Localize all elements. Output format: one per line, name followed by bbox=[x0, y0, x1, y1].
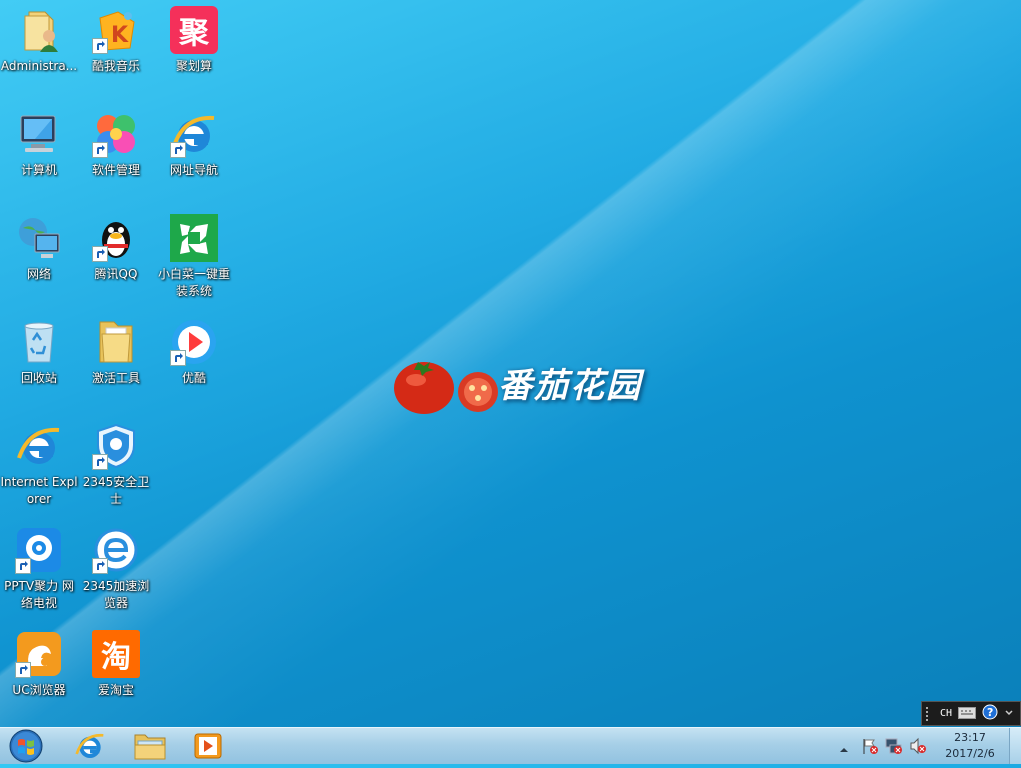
taskbar-file-explorer[interactable] bbox=[124, 730, 176, 762]
start-button[interactable] bbox=[4, 728, 48, 764]
desktop-icon-tencent-qq[interactable]: 腾讯QQ bbox=[77, 214, 155, 283]
taskbar-clock[interactable]: 23:17 2017/2/6 bbox=[932, 730, 1008, 762]
taskbar: 23:17 2017/2/6 bbox=[0, 727, 1021, 764]
xiaobaicai-icon bbox=[170, 214, 218, 262]
desktop-icon-ai-taobao[interactable]: 淘 爱淘宝 bbox=[77, 630, 155, 699]
kuwo-music-icon: K bbox=[92, 6, 140, 54]
shortcut-arrow-icon bbox=[92, 142, 108, 158]
desktop-icon-label: 网络 bbox=[26, 267, 51, 281]
desktop-icon-kuwo-music[interactable]: K 酷我音乐 bbox=[77, 6, 155, 75]
internet-explorer-icon bbox=[170, 110, 218, 158]
shield-icon bbox=[92, 422, 140, 470]
desktop-icon-label: 优酷 bbox=[181, 371, 206, 385]
recycle-bin-icon bbox=[15, 318, 63, 366]
uc-browser-icon bbox=[15, 630, 63, 678]
internet-explorer-icon bbox=[15, 422, 63, 470]
shortcut-arrow-icon bbox=[92, 558, 108, 574]
desktop-icon-software-manager[interactable]: 软件管理 bbox=[77, 110, 155, 179]
internet-explorer-icon bbox=[75, 733, 104, 758]
desktop-icon-juhuasuan[interactable]: 聚 聚划算 bbox=[155, 6, 233, 75]
folder-icon bbox=[92, 318, 140, 366]
options-arrow-icon[interactable] bbox=[1004, 704, 1014, 723]
desktop-icon-administrator[interactable]: Administra... bbox=[0, 6, 78, 75]
desktop-icon-youku[interactable]: 优酷 bbox=[155, 318, 233, 387]
shortcut-arrow-icon bbox=[92, 38, 108, 54]
shortcut-arrow-icon bbox=[92, 246, 108, 262]
desktop-icon-label: 软件管理 bbox=[91, 163, 140, 177]
clock-time: 23:17 bbox=[954, 731, 986, 744]
file-explorer-icon bbox=[134, 734, 166, 760]
desktop-icon-label: 小白菜一键重装系统 bbox=[157, 267, 230, 298]
desktop-icon-label: 网址导航 bbox=[169, 163, 218, 177]
desktop-icon-label: 激活工具 bbox=[91, 371, 140, 385]
shortcut-arrow-icon bbox=[15, 662, 31, 678]
shortcut-arrow-icon bbox=[170, 142, 186, 158]
desktop-icon-label: PPTV聚力 网络电视 bbox=[4, 579, 74, 610]
input-language[interactable]: CH bbox=[940, 708, 952, 719]
desktop-icon-label: 回收站 bbox=[20, 371, 57, 385]
desktop-icon-internet-explorer[interactable]: Internet Explorer bbox=[0, 422, 78, 508]
network-icon bbox=[15, 214, 63, 262]
svg-text:K: K bbox=[111, 23, 129, 48]
wallpaper-logo-text: 番茄花园 bbox=[498, 366, 642, 406]
desktop-icon-2345-guard[interactable]: 2345安全卫士 bbox=[77, 422, 155, 508]
network-status-icon[interactable] bbox=[885, 737, 903, 759]
svg-text:?: ? bbox=[987, 706, 993, 719]
desktop-icon-label: Internet Explorer bbox=[0, 475, 78, 506]
desktop-icon-label: UC浏览器 bbox=[12, 683, 66, 697]
desktop-icon-label: 爱淘宝 bbox=[97, 683, 134, 697]
taobao-icon: 淘 bbox=[92, 630, 140, 678]
desktop-icon-recycle-bin[interactable]: 回收站 bbox=[0, 318, 78, 387]
help-icon[interactable]: ? bbox=[982, 704, 998, 724]
volume-muted-icon[interactable] bbox=[909, 737, 927, 759]
taskbar-internet-explorer[interactable] bbox=[64, 730, 116, 762]
computer-icon bbox=[15, 110, 63, 158]
desktop-icon-label: 计算机 bbox=[20, 163, 57, 177]
desktop-icon-2345-browser[interactable]: 2345加速浏览器 bbox=[77, 526, 155, 612]
taskbar-media-player[interactable] bbox=[182, 730, 234, 762]
wallpaper-logo: 番茄花园 bbox=[392, 352, 662, 416]
desktop-icon-computer[interactable]: 计算机 bbox=[0, 110, 78, 179]
pptv-icon bbox=[15, 526, 63, 574]
user-folder-icon bbox=[15, 6, 63, 54]
2345-browser-icon bbox=[92, 526, 140, 574]
desktop-icon-uc-browser[interactable]: UC浏览器 bbox=[0, 630, 78, 699]
desktop-icon-pptv[interactable]: PPTV聚力 网络电视 bbox=[0, 526, 78, 612]
desktop-icon-label: 2345安全卫士 bbox=[82, 475, 150, 506]
shortcut-arrow-icon bbox=[92, 454, 108, 470]
desktop-icon-label: 酷我音乐 bbox=[91, 59, 140, 73]
desktop-icon-network[interactable]: 网络 bbox=[0, 214, 78, 283]
shortcut-arrow-icon bbox=[170, 350, 186, 366]
show-hidden-icons-icon[interactable] bbox=[839, 740, 849, 759]
software-manager-icon bbox=[92, 110, 140, 158]
media-player-icon bbox=[194, 733, 222, 759]
desktop-icon-activation-tool[interactable]: 激活工具 bbox=[77, 318, 155, 387]
start-orb-icon bbox=[9, 729, 43, 763]
desktop-icon-label: 2345加速浏览器 bbox=[82, 579, 150, 610]
drag-handle[interactable] bbox=[926, 706, 934, 721]
qq-penguin-icon bbox=[92, 214, 140, 262]
keyboard-icon[interactable] bbox=[958, 704, 977, 723]
shortcut-arrow-icon bbox=[15, 558, 31, 574]
show-desktop-button[interactable] bbox=[1009, 728, 1021, 764]
language-bar[interactable]: CH ? bbox=[921, 701, 1021, 726]
tomato-icon bbox=[394, 362, 498, 414]
desktop-icon-web-navigation[interactable]: 网址导航 bbox=[155, 110, 233, 179]
juhuasuan-icon: 聚 bbox=[170, 6, 218, 54]
desktop-icon-label: Administra... bbox=[0, 59, 78, 73]
desktop-icon-xiaobaicai-reinstall[interactable]: 小白菜一键重装系统 bbox=[155, 214, 233, 300]
desktop-icon-label: 腾讯QQ bbox=[94, 267, 138, 281]
youku-play-icon bbox=[170, 318, 218, 366]
action-center-flag-icon[interactable] bbox=[861, 737, 879, 759]
desktop-icon-label: 聚划算 bbox=[175, 59, 212, 73]
clock-date: 2017/2/6 bbox=[945, 747, 995, 760]
